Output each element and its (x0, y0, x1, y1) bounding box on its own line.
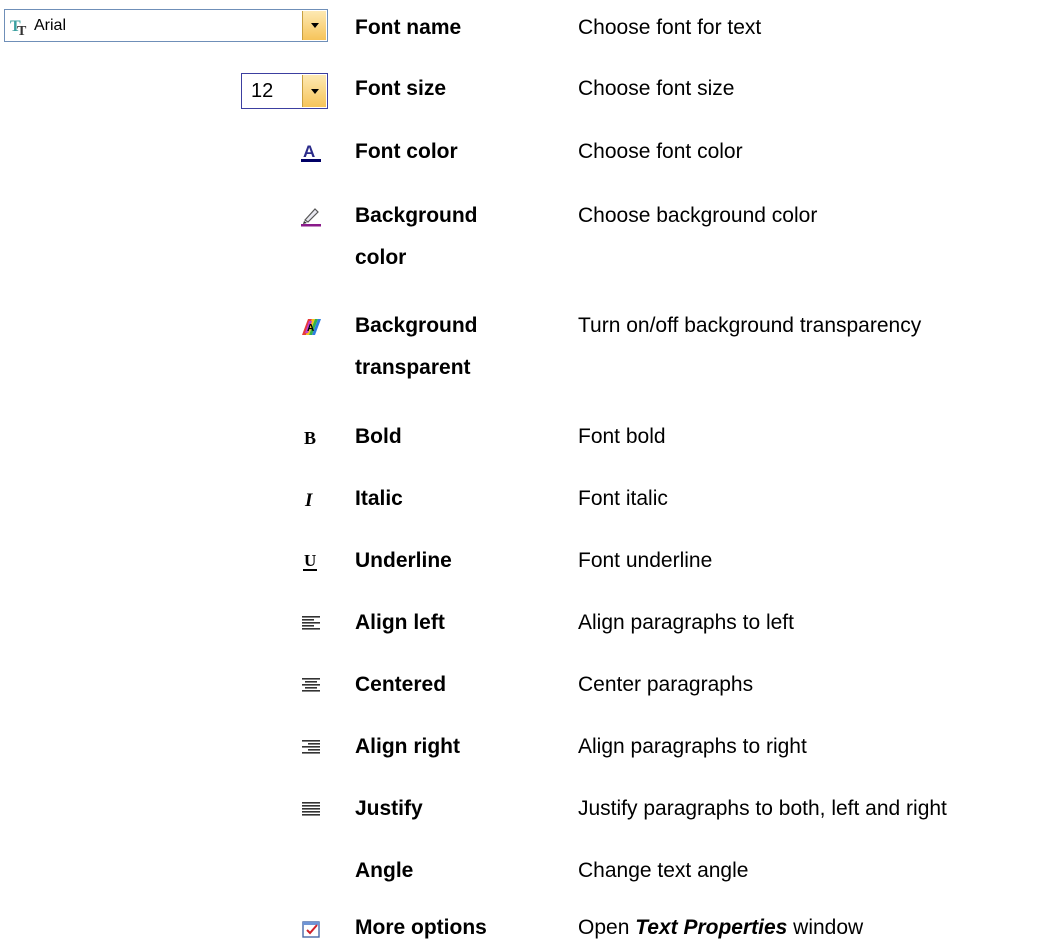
row-name: Underline (355, 549, 452, 572)
underline-icon[interactable]: U (300, 550, 322, 572)
chevron-down-icon (311, 23, 319, 28)
font-name-combo[interactable]: T T Arial (4, 9, 328, 42)
row-desc: Open Text Properties window (578, 907, 863, 949)
justify-icon[interactable] (300, 798, 322, 820)
row-name: Font name (355, 16, 462, 39)
align-center-icon[interactable] (300, 674, 322, 696)
font-color-icon[interactable]: A (300, 141, 322, 163)
row-desc: Choose font color (578, 140, 743, 163)
properties-icon[interactable] (300, 917, 322, 939)
svg-text:T: T (17, 24, 27, 37)
row-desc: Change text angle (578, 859, 749, 882)
row-desc: Align paragraphs to right (578, 735, 807, 758)
row-name: Justify (355, 797, 423, 820)
font-size-value: 12 (251, 80, 274, 102)
font-size-dropdown-button[interactable] (302, 75, 326, 107)
row-name: Angle (355, 859, 414, 882)
row-name: Align right (355, 735, 460, 758)
font-name-value: Arial (34, 17, 67, 34)
row-desc: Justify paragraphs to both, left and rig… (578, 797, 947, 820)
row-name: Font color (355, 140, 458, 163)
row-desc: Font bold (578, 425, 666, 448)
row-name-line2: transparent (355, 356, 471, 379)
highlighter-icon[interactable] (300, 205, 322, 227)
row-desc: Align paragraphs to left (578, 611, 794, 634)
svg-text:A: A (307, 323, 314, 334)
row-name: More options (355, 916, 487, 939)
row-name-line1: Background (355, 204, 478, 227)
align-right-icon[interactable] (300, 736, 322, 758)
svg-text:I: I (304, 490, 313, 510)
italic-icon[interactable]: I (300, 488, 322, 510)
row-name: Italic (355, 487, 403, 510)
bold-icon[interactable]: B (300, 426, 322, 448)
transparency-icon[interactable]: A (300, 315, 322, 337)
row-desc: Turn on/off background transparency (578, 314, 922, 337)
row-name: Bold (355, 425, 402, 448)
desc-suffix: window (787, 916, 864, 939)
row-desc: Choose font size (578, 77, 735, 100)
desc-emphasis: Text Properties (635, 916, 788, 939)
svg-text:B: B (304, 428, 316, 448)
row-name-line2: color (355, 246, 407, 269)
svg-text:U: U (304, 551, 316, 570)
row-desc: Choose font for text (578, 16, 762, 39)
row-name: Align left (355, 611, 445, 634)
font-size-combo[interactable]: 12 (241, 73, 328, 109)
font-name-dropdown-button[interactable] (302, 11, 326, 40)
row-name-line1: Background (355, 314, 478, 337)
row-desc: Font italic (578, 487, 668, 510)
row-desc: Font underline (578, 549, 713, 572)
row-desc: Center paragraphs (578, 673, 754, 696)
align-left-icon[interactable] (300, 612, 322, 634)
svg-text:A: A (303, 142, 315, 161)
chevron-down-icon (311, 89, 319, 94)
row-name: Font size (355, 77, 447, 100)
desc-prefix: Open (578, 916, 636, 939)
truetype-font-icon: T T (10, 18, 27, 37)
row-name: Centered (355, 673, 447, 696)
row-desc: Choose background color (578, 204, 818, 227)
